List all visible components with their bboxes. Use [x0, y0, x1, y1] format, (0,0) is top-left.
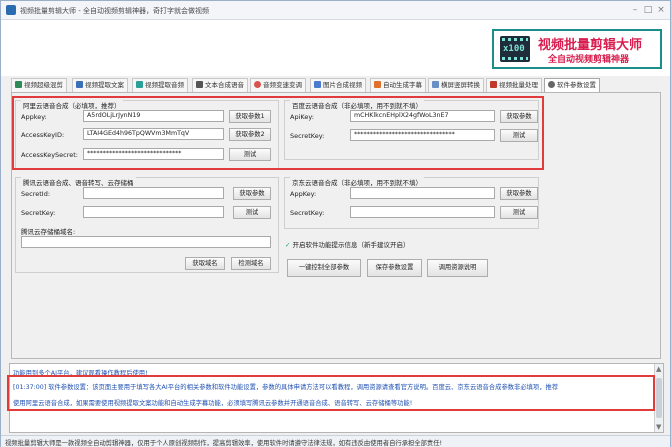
tab-video-mix[interactable]: 视频超级混剪 [11, 78, 67, 92]
tencent-secretid-label: SecretId: [21, 190, 51, 198]
tips-checkbox[interactable]: ✓ 开启软件功能提示信息（新手建议开启） [285, 239, 409, 249]
tencent-secretid-input[interactable] [83, 187, 224, 199]
tencent-title: 腾讯云语音合成、语音转写、云存储桶 [21, 177, 136, 187]
baidu-secret-label: SecretKey: [290, 132, 325, 140]
maximize-button[interactable]: □ [642, 4, 654, 16]
scroll-thumb[interactable] [656, 378, 662, 418]
checkmark-icon: ✓ [285, 241, 291, 249]
subtitle-icon [374, 81, 381, 88]
tab-extract-audio[interactable]: 视频提取音频 [132, 78, 188, 92]
jd-group: 京东云语音合成（非必填项，用不到就不填） [284, 177, 539, 229]
logo-subtitle: 全自动视频剪辑神器 [548, 55, 630, 65]
status-bar: 视频批量剪辑大师是一款视频全自动剪辑神器，仅用于个人原创视频制作，提高剪辑效率，… [1, 435, 670, 447]
tab-image-to-video[interactable]: 图片合成视频 [310, 78, 366, 92]
microphone-icon [196, 81, 203, 88]
tab-text-to-speech[interactable]: 文本合成语音 [192, 78, 248, 92]
speed-icon [254, 81, 261, 88]
tencent-secretkey-label: SecretKey: [21, 209, 56, 217]
jd-secret-label: SecretKey: [290, 209, 325, 217]
tencent-test-button[interactable]: 测试 [233, 206, 271, 219]
jd-title: 京东云语音合成（非必填项，用不到就不填） [290, 177, 424, 187]
resource-help-button[interactable]: 调用资源说明 [427, 259, 488, 277]
baidu-title: 百度云语音合成（非必填项，用不到就不填） [290, 100, 424, 110]
jd-secret-input[interactable] [350, 206, 495, 218]
logo: x100 视频批量剪辑大师 全自动视频剪辑神器 [492, 29, 662, 69]
window-title: 视频批量剪辑大师 - 全自动视频剪辑神器，奇打字就会做视频 [20, 7, 209, 15]
scissors-icon [15, 81, 22, 88]
status-text: 视频批量剪辑大师是一款视频全自动剪辑神器，仅用于个人原创视频制作，提高剪辑效率，… [5, 440, 443, 447]
save-settings-button[interactable]: 保存参数设置 [367, 259, 422, 277]
film-icon: x100 [500, 36, 530, 62]
tencent-get-param-button[interactable]: 获取参数 [233, 187, 271, 200]
baidu-apikey-input[interactable]: mCHKlkcnEHplX24gfWoL3nE7 [350, 110, 495, 122]
tencent-bucket-label: 腾讯云存储桶域名: [21, 228, 76, 236]
tab-bar: 视频超级混剪 视频提取文案 视频提取音频 文本合成语音 音频变速变调 图片合成视… [11, 78, 661, 93]
get-domain-button[interactable]: 获取域名 [185, 257, 225, 270]
baidu-test-button[interactable]: 测试 [500, 129, 538, 142]
baidu-get-param-button[interactable]: 获取参数 [500, 110, 538, 123]
title-bar: 视频批量剪辑大师 - 全自动视频剪辑神器，奇打字就会做视频 – □ × [1, 1, 670, 20]
close-button[interactable]: × [655, 4, 667, 16]
tab-settings[interactable]: 软件参数设置 [544, 78, 600, 93]
tab-audio-speed[interactable]: 音频变速变调 [250, 78, 306, 92]
audio-icon [136, 81, 143, 88]
document-icon [76, 81, 83, 88]
log-scrollbar[interactable]: ▲ ▼ [654, 364, 663, 432]
header-banner: x100 视频批量剪辑大师 全自动视频剪辑神器 [1, 20, 670, 76]
tencent-bucket-input[interactable] [21, 236, 271, 248]
app-icon [6, 5, 16, 15]
batch-icon [490, 81, 497, 88]
tab-auto-subtitle[interactable]: 自动生成字幕 [370, 78, 426, 92]
baidu-secret-input[interactable]: ******************************** [350, 129, 495, 141]
tencent-secretkey-input[interactable] [83, 206, 224, 218]
jd-test-button[interactable]: 测试 [500, 206, 538, 219]
minimize-button[interactable]: – [629, 4, 641, 16]
scroll-down-icon[interactable]: ▼ [656, 423, 661, 431]
baidu-apikey-label: ApiKey: [290, 113, 314, 121]
scroll-up-icon[interactable]: ▲ [656, 365, 661, 373]
tab-orientation[interactable]: 横屏竖屏转换 [428, 78, 484, 92]
image-icon [314, 81, 321, 88]
jd-get-param-button[interactable]: 获取参数 [500, 187, 538, 200]
app-window: 视频批量剪辑大师 - 全自动视频剪辑神器，奇打字就会做视频 – □ × x100… [0, 0, 671, 447]
log-highlight-outline [7, 375, 655, 411]
logo-film-text: x100 [503, 44, 525, 54]
logo-title: 视频批量剪辑大师 [538, 38, 643, 53]
rotate-icon [432, 81, 439, 88]
jd-appkey-label: AppKey: [290, 190, 317, 198]
tab-extract-text[interactable]: 视频提取文案 [72, 78, 128, 92]
check-domain-button[interactable]: 检测域名 [231, 257, 271, 270]
gear-icon [548, 81, 555, 88]
jd-appkey-input[interactable] [350, 187, 495, 199]
clear-all-params-button[interactable]: 一键控制全部参数 [287, 259, 361, 277]
tab-batch-process[interactable]: 视频批量处理 [486, 78, 542, 92]
